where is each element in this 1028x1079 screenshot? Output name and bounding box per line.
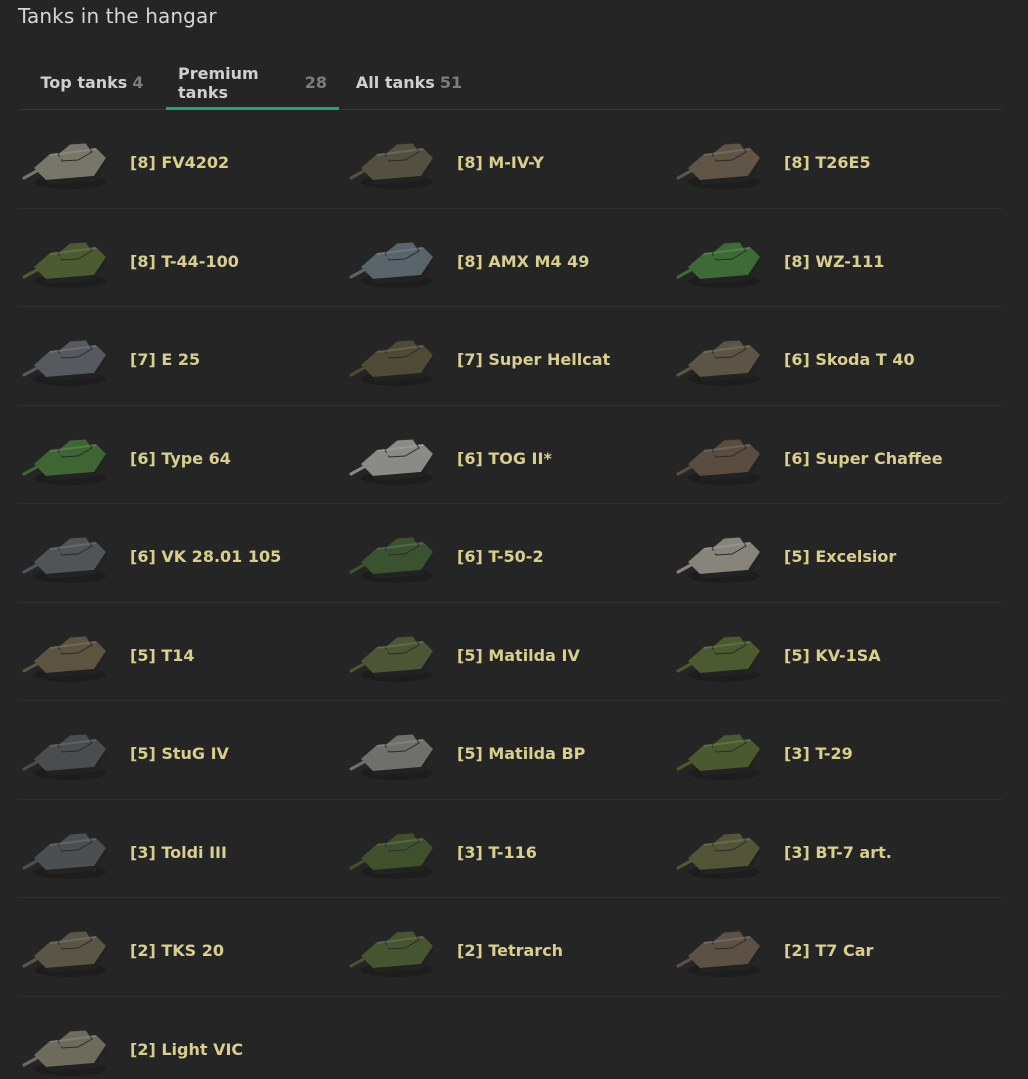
tank-name: [5] Excelsior — [784, 547, 897, 566]
tank-icon — [676, 930, 760, 977]
tank-name: [6] TOG II* — [457, 448, 552, 468]
tab-label: All tanks — [355, 73, 435, 92]
tank-list-item[interactable]: [6] T-50-2 — [345, 504, 672, 603]
tank-icon — [22, 930, 106, 977]
tab-top-tanks[interactable]: Top tanks 4 — [18, 56, 166, 109]
tank-name: [5] Matilda IV — [457, 645, 580, 665]
tank-name: [6] Skoda T 40 — [784, 350, 915, 369]
tank-name: [8] T-44-100 — [130, 251, 239, 271]
tank-icon — [349, 634, 433, 682]
tab-label: Premium tanks — [178, 63, 259, 102]
tank-icon — [676, 831, 760, 879]
tank-list-item[interactable]: [5] StuG IV — [18, 701, 345, 800]
tank-icon — [676, 733, 760, 780]
tank-name: [6] T-50-2 — [457, 547, 544, 566]
tank-list-item[interactable]: [5] Matilda IV — [345, 603, 672, 701]
tank-list-item[interactable]: [6] TOG II* — [345, 406, 672, 504]
tank-name: [2] Light VIC — [130, 1039, 244, 1059]
tank-list-item[interactable]: [2] Tetrarch — [345, 898, 672, 997]
tank-icon — [349, 240, 433, 288]
tank-name: [8] FV4202 — [130, 153, 230, 172]
tab-premium-tanks[interactable]: Premium tanks 28 — [166, 56, 339, 110]
tank-icon — [22, 339, 106, 386]
tank-list-item[interactable]: [2] T7 Car — [672, 898, 1002, 997]
tank-icon — [349, 930, 433, 977]
tank-list-item[interactable]: [8] WZ-111 — [672, 209, 1002, 307]
tank-list-item[interactable]: [6] Type 64 — [18, 406, 345, 504]
tank-icon — [349, 536, 433, 583]
tank-list-item[interactable]: [7] E 25 — [18, 307, 345, 406]
tank-name: [3] Toldi III — [130, 842, 227, 862]
tank-icon — [22, 536, 106, 583]
tank-list-item[interactable]: [3] T-116 — [345, 800, 672, 898]
tank-name: [2] TKS 20 — [130, 941, 224, 960]
tank-name: [3] T-29 — [784, 744, 853, 763]
tank-name: [5] StuG IV — [130, 744, 229, 763]
tank-list-item[interactable]: [8] T-44-100 — [18, 209, 345, 307]
tank-icon — [349, 831, 433, 879]
tab-bar: Top tanks 4 Premium tanks 28 All tanks 5… — [18, 56, 1002, 110]
tank-name: [2] T7 Car — [784, 941, 874, 960]
tank-icon — [22, 240, 106, 288]
tank-name: [2] Tetrarch — [457, 941, 564, 960]
tank-list-item[interactable]: [5] KV-1SA — [672, 603, 1002, 701]
tank-icon — [22, 634, 106, 682]
tab-count: 51 — [439, 73, 463, 92]
tank-list-item[interactable]: [2] TKS 20 — [18, 898, 345, 997]
page-title: Tanks in the hangar — [18, 4, 217, 28]
tank-list-item[interactable]: [6] Skoda T 40 — [672, 307, 1002, 406]
tank-icon — [22, 142, 106, 189]
tank-name: [3] BT-7 art. — [784, 842, 892, 862]
tank-icon — [349, 733, 433, 780]
tab-count: 28 — [304, 73, 327, 92]
tank-icon — [676, 437, 760, 485]
tank-icon — [22, 1028, 106, 1076]
tank-name: [8] AMX M4 49 — [457, 251, 590, 271]
tank-list-item[interactable]: [8] M-IV-Y — [345, 110, 672, 209]
tank-name: [8] M-IV-Y — [457, 153, 544, 172]
tank-name: [6] Super Chaffee — [784, 448, 943, 468]
tank-name: [5] Matilda BP — [457, 744, 586, 763]
tank-icon — [22, 733, 106, 780]
tank-icon — [676, 339, 760, 386]
tank-list-item[interactable]: [3] Toldi III — [18, 800, 345, 898]
tank-list-item[interactable]: [8] T26E5 — [672, 110, 1002, 209]
tank-icon — [676, 240, 760, 288]
tank-list-item[interactable]: [5] Matilda BP — [345, 701, 672, 800]
tab-count: 4 — [132, 73, 144, 92]
tab-all-tanks[interactable]: All tanks 51 — [339, 56, 479, 109]
tank-name: [5] T14 — [130, 645, 195, 665]
tank-icon — [349, 339, 433, 386]
tank-name: [6] Type 64 — [130, 448, 231, 468]
tank-list-item[interactable]: [3] BT-7 art. — [672, 800, 1002, 898]
tank-icon — [676, 142, 760, 189]
tank-list-item[interactable]: [7] Super Hellcat — [345, 307, 672, 406]
tank-name: [7] E 25 — [130, 350, 201, 369]
tank-list-item[interactable]: [8] FV4202 — [18, 110, 345, 209]
tank-list-item[interactable]: [2] Light VIC — [18, 997, 345, 1079]
tank-name: [6] VK 28.01 105 — [130, 547, 282, 566]
tank-icon — [676, 634, 760, 682]
tank-list-item[interactable]: [5] Excelsior — [672, 504, 1002, 603]
tank-name: [8] WZ-111 — [784, 251, 885, 271]
tab-label: Top tanks — [40, 73, 128, 92]
tank-icon — [676, 536, 760, 583]
tank-name: [7] Super Hellcat — [457, 350, 611, 369]
tank-list-item[interactable]: [6] VK 28.01 105 — [18, 504, 345, 603]
tank-icon — [22, 437, 106, 485]
tank-icon — [22, 831, 106, 879]
tank-icon — [349, 142, 433, 189]
hangar-panel: Tanks in the hangar Top tanks 4 Premium … — [0, 0, 1028, 1079]
tank-list-item[interactable]: [3] T-29 — [672, 701, 1002, 800]
tank-list-item[interactable]: [6] Super Chaffee — [672, 406, 1002, 504]
tank-grid: [8] FV4202 [8] M-IV-Y [8] T26E5 [8] T-44-10… — [18, 110, 1002, 1079]
tank-list-item[interactable]: [5] T14 — [18, 603, 345, 701]
tank-list-item[interactable]: [8] AMX M4 49 — [345, 209, 672, 307]
tank-name: [5] KV-1SA — [784, 645, 881, 665]
tank-name: [8] T26E5 — [784, 153, 871, 172]
tank-name: [3] T-116 — [457, 842, 537, 862]
tank-icon — [349, 437, 433, 485]
